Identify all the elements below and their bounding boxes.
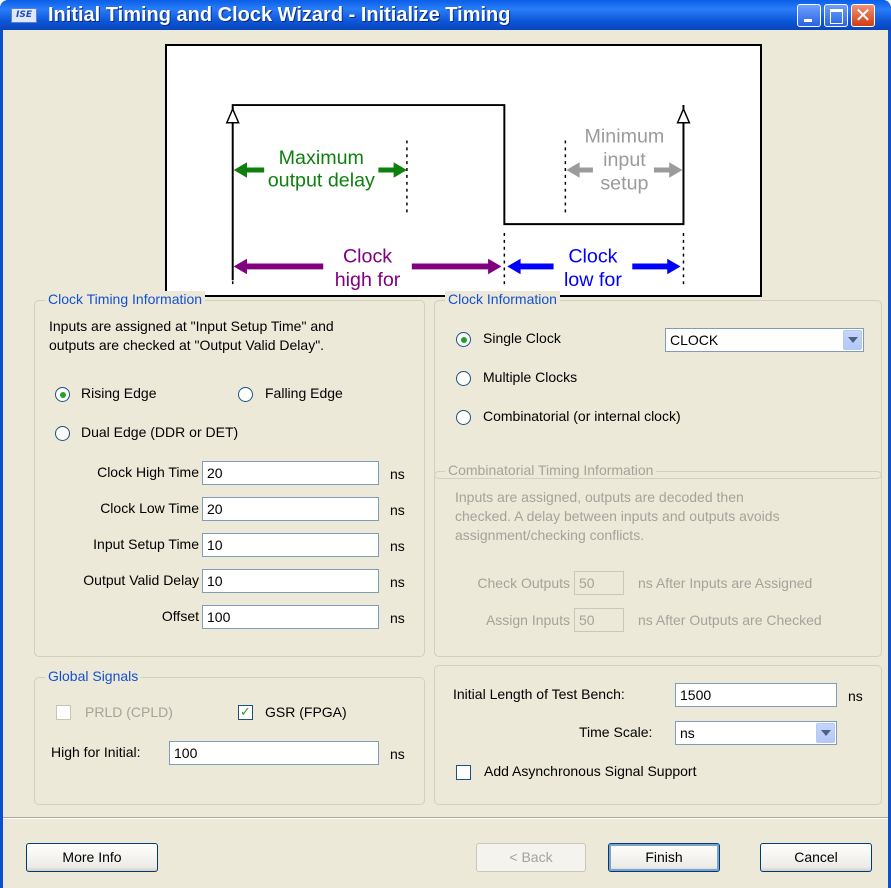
ise-app-icon: ISE	[11, 8, 37, 23]
more-info-button[interactable]: More Info	[26, 843, 158, 872]
offset-unit: ns	[390, 610, 405, 626]
max-output-delay-label-1: Maximum	[279, 147, 364, 169]
cancel-button[interactable]: Cancel	[760, 843, 872, 872]
rising-edge-marker-right	[676, 107, 691, 124]
maximize-button[interactable]	[824, 4, 848, 27]
high-for-initial-unit: ns	[390, 746, 405, 762]
clock-info-title: Clock Information	[445, 291, 560, 307]
check-outputs-input[interactable]: 50	[574, 571, 624, 595]
back-button[interactable]: < Back	[476, 843, 586, 872]
time-scale-label: Time Scale:	[579, 724, 653, 740]
clock-low-time-label: Clock Low Time	[100, 500, 199, 516]
gsr-label[interactable]: GSR (FPGA)	[265, 704, 347, 720]
min-input-setup-label-3: setup	[600, 173, 648, 195]
high-for-initial-label: High for Initial:	[51, 744, 141, 760]
output-valid-delay-label: Output Valid Delay	[83, 572, 199, 588]
clock-high-label-1: Clock	[343, 246, 392, 268]
close-button[interactable]: ✕	[851, 3, 875, 27]
gsr-checkbox[interactable]: ✓	[238, 705, 253, 720]
assign-inputs-input[interactable]: 50	[574, 608, 624, 632]
output-valid-delay-unit: ns	[390, 574, 405, 590]
clock-high-label-2: high for	[335, 269, 401, 291]
comb-timing-title: Combinatorial Timing Information	[445, 462, 657, 478]
comb-timing-desc-2: checked. A delay between inputs and outp…	[455, 508, 780, 524]
rising-edge-label[interactable]: Rising Edge	[81, 385, 157, 401]
single-clock-label[interactable]: Single Clock	[483, 330, 561, 346]
wizard-window: ISE Initial Timing and Clock Wizard - In…	[0, 0, 891, 888]
test-bench-length-input[interactable]: 1500	[675, 683, 837, 707]
min-input-setup-label-2: input	[603, 149, 646, 171]
multiple-clocks-radio[interactable]	[456, 371, 471, 386]
clock-info-group	[434, 300, 882, 479]
clock-high-time-label: Clock High Time	[97, 464, 199, 480]
global-signals-title: Global Signals	[45, 668, 142, 684]
clock-select-value: CLOCK	[670, 332, 719, 348]
clock-high-time-unit: ns	[390, 466, 405, 482]
offset-label: Offset	[161, 608, 199, 624]
title-bar[interactable]: ISE Initial Timing and Clock Wizard - In…	[0, 0, 891, 30]
min-input-setup-label-1: Minimum	[585, 125, 665, 147]
multiple-clocks-label[interactable]: Multiple Clocks	[483, 369, 577, 385]
time-scale-select[interactable]: ns	[675, 721, 837, 745]
check-outputs-label: Check Outputs	[477, 575, 570, 591]
window-title: Initial Timing and Clock Wizard - Initia…	[48, 4, 511, 26]
comb-timing-desc-1: Inputs are assigned, outputs are decoded…	[455, 489, 744, 505]
timing-diagram: Maximum output delay Minimum input setup…	[165, 44, 762, 297]
combinatorial-label[interactable]: Combinatorial (or internal clock)	[483, 408, 681, 424]
clock-select[interactable]: CLOCK	[665, 328, 864, 352]
prld-checkbox[interactable]	[56, 705, 71, 720]
time-scale-value: ns	[680, 725, 695, 741]
finish-button[interactable]: Finish	[608, 843, 720, 872]
single-clock-radio[interactable]	[456, 332, 471, 347]
input-setup-time-unit: ns	[390, 538, 405, 554]
test-bench-length-unit: ns	[848, 688, 863, 704]
clock-low-time-input[interactable]: 20	[202, 497, 379, 521]
clock-low-label-2: low for	[564, 269, 622, 291]
max-output-delay-label-2: output delay	[268, 170, 375, 192]
separator	[3, 817, 888, 819]
dialog-client-area: Maximum output delay Minimum input setup…	[3, 30, 888, 888]
clock-timing-title: Clock Timing Information	[45, 291, 206, 307]
clock-low-label-1: Clock	[568, 246, 617, 268]
assign-inputs-label: Assign Inputs	[485, 612, 570, 628]
dual-edge-radio[interactable]	[55, 426, 70, 441]
dual-edge-label[interactable]: Dual Edge (DDR or DET)	[81, 424, 238, 440]
test-bench-length-label: Initial Length of Test Bench:	[453, 686, 625, 702]
high-for-initial-input[interactable]: 100	[169, 741, 379, 765]
async-signal-label[interactable]: Add Asynchronous Signal Support	[484, 763, 696, 779]
comb-timing-desc-3: assignment/checking conflicts.	[455, 527, 645, 543]
input-setup-time-label: Input Setup Time	[93, 536, 199, 552]
chevron-down-icon[interactable]	[843, 330, 862, 350]
combinatorial-radio[interactable]	[456, 410, 471, 425]
clock-low-time-unit: ns	[390, 502, 405, 518]
async-signal-checkbox[interactable]	[456, 765, 471, 780]
minimize-button[interactable]	[797, 4, 821, 27]
chevron-down-icon[interactable]	[816, 723, 835, 743]
close-icon: ✕	[854, 3, 872, 27]
clock-timing-desc-2: outputs are checked at "Output Valid Del…	[49, 337, 325, 353]
output-valid-delay-input[interactable]: 10	[202, 569, 379, 593]
falling-edge-label[interactable]: Falling Edge	[265, 385, 343, 401]
clock-timing-desc-1: Inputs are assigned at "Input Setup Time…	[49, 318, 334, 334]
rising-edge-marker-left	[225, 107, 240, 124]
clock-high-time-input[interactable]: 20	[202, 461, 379, 485]
assign-inputs-suffix: ns After Outputs are Checked	[638, 612, 822, 628]
check-outputs-suffix: ns After Inputs are Assigned	[638, 575, 813, 591]
input-setup-time-input[interactable]: 10	[202, 533, 379, 557]
prld-label: PRLD (CPLD)	[85, 704, 173, 720]
falling-edge-radio[interactable]	[238, 387, 253, 402]
offset-input[interactable]: 100	[202, 605, 379, 629]
rising-edge-radio[interactable]	[55, 387, 70, 402]
